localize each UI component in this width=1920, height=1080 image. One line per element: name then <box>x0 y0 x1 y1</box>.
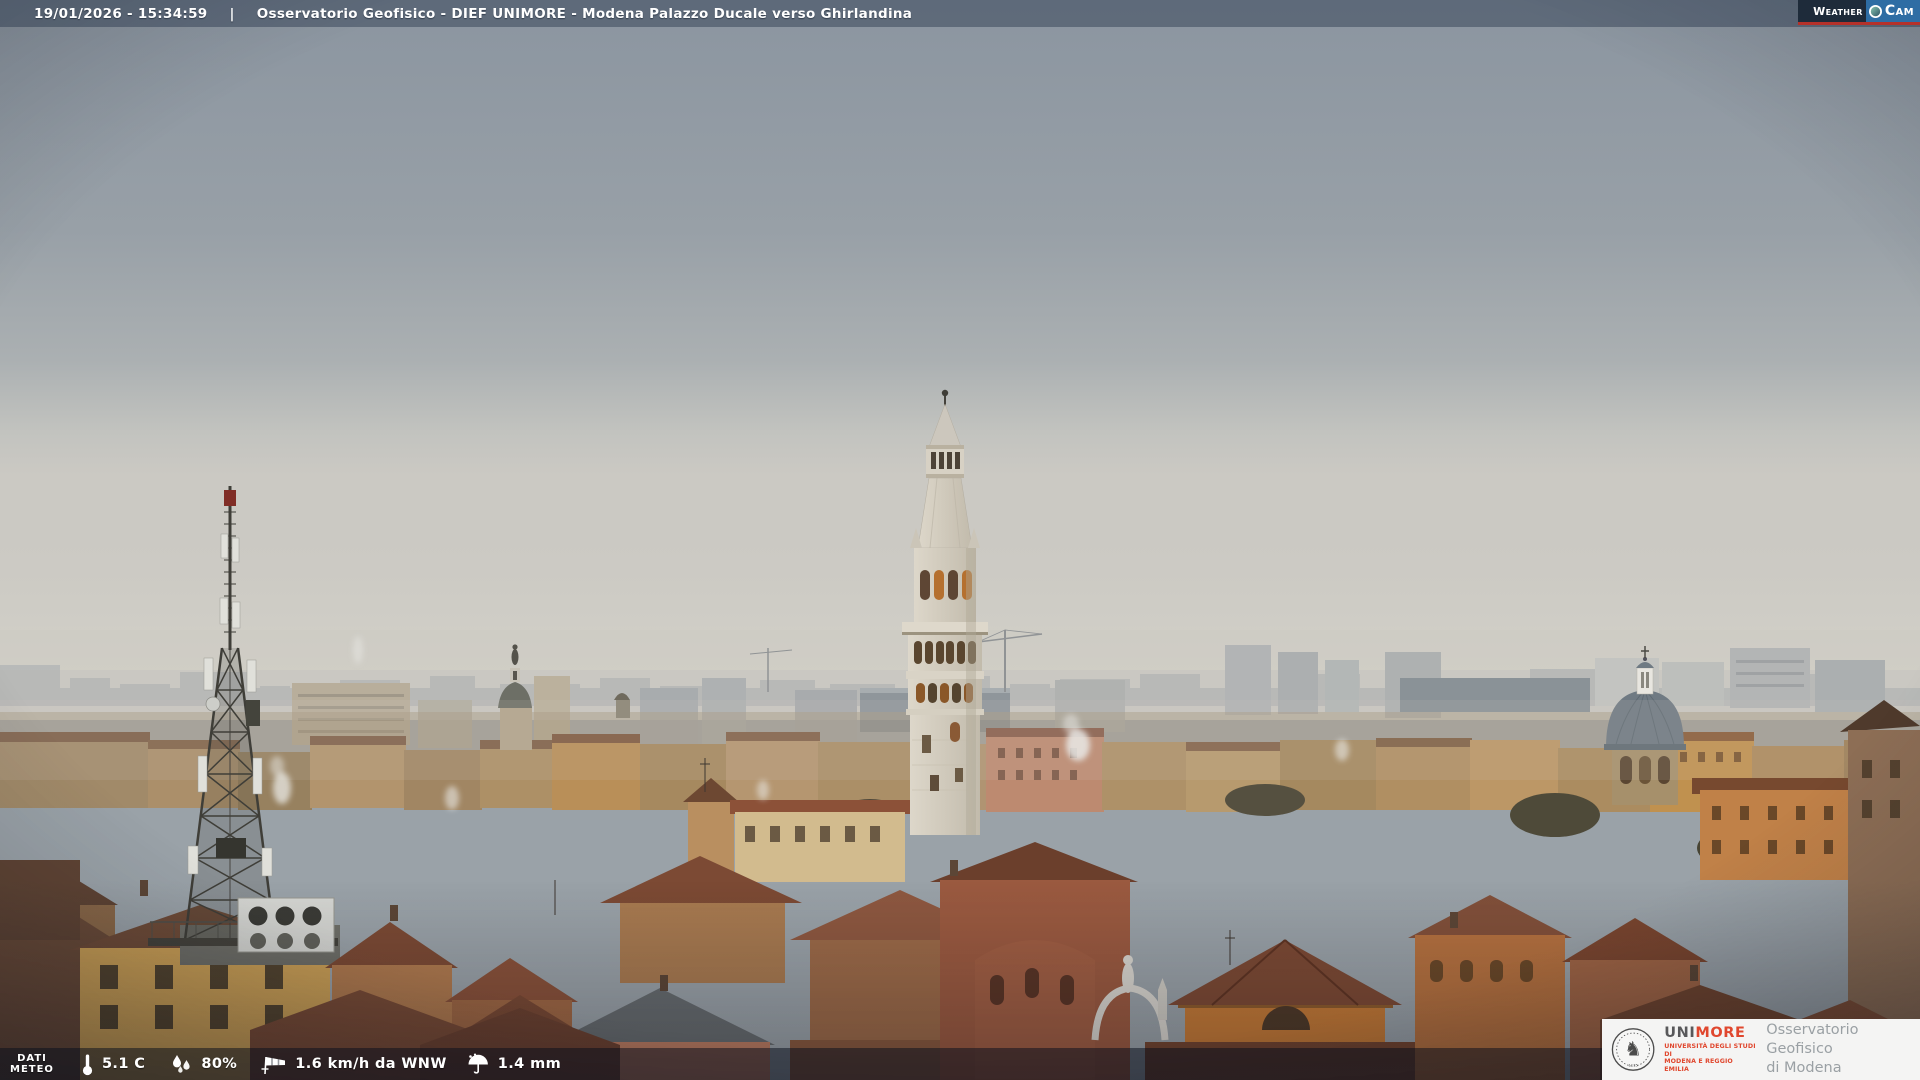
precipitation-value: 1.4 mm <box>497 1056 562 1072</box>
separator: | <box>229 5 235 22</box>
unimore-brand-block: UNIMORE UNIVERSITÀ DEGLI STUDI DI MODENA… <box>1664 1026 1756 1073</box>
weathercam-cam-label: Cam <box>1884 3 1914 19</box>
temperature-reading: 5.1 C <box>81 1053 145 1076</box>
observatory-name: Osservatorio Geofisico di Modena <box>1766 1021 1920 1078</box>
precipitation-reading: 1.4 mm <box>466 1053 561 1075</box>
thermometer-icon <box>82 1054 93 1075</box>
humidity-value: 80% <box>201 1056 238 1072</box>
university-subtitle: UNIVERSITÀ DEGLI STUDI DI MODENA E REGGI… <box>1664 1043 1756 1073</box>
camera-title: Osservatorio Geofisico - DIEF UNIMORE - … <box>256 5 913 22</box>
dati-meteo-label: DATI METEO <box>10 1053 54 1075</box>
timestamp: 19/01/2026 - 15:34:59 <box>34 5 208 22</box>
observatory-name-line1: Osservatorio Geofisico <box>1766 1022 1859 1057</box>
unimore-seal-icon: ♞ 1175 <box>1611 1028 1655 1071</box>
wind-reading: 1.6 km/h da WNW <box>260 1053 447 1075</box>
meteo-line: METEO <box>10 1064 54 1075</box>
unimore-more-text: MORE <box>1695 1025 1746 1041</box>
info-bar: 19/01/2026 - 15:34:59 | Osservatorio Geo… <box>0 0 1920 27</box>
umbrella-icon <box>468 1053 488 1074</box>
university-subtitle-line1: UNIVERSITÀ DEGLI STUDI DI <box>1664 1043 1756 1058</box>
dati-line: DATI <box>17 1053 47 1064</box>
svg-text:1175: 1175 <box>1628 1063 1638 1067</box>
droplets-icon <box>173 1054 190 1073</box>
unimore-uni-text: UNI <box>1664 1025 1696 1041</box>
weathercam-weather-label: Weather <box>1813 4 1863 18</box>
unimore-logo-panel: ♞ 1175 UNIMORE UNIVERSITÀ DEGLI STUDI DI… <box>1602 1019 1920 1080</box>
observatory-name-line2: di Modena <box>1766 1060 1842 1076</box>
svg-text:♞: ♞ <box>1624 1038 1642 1061</box>
weathercam-logo: Weather Cam <box>1798 0 1920 25</box>
temperature-value: 5.1 C <box>101 1056 146 1072</box>
city-panorama-photo <box>0 0 1920 1080</box>
weathercam-red-strip <box>1798 22 1920 25</box>
unimore-wordmark: UNIMORE <box>1664 1026 1756 1041</box>
university-subtitle-line2: MODENA E REGGIO EMILIA <box>1664 1058 1733 1073</box>
weathercam-logo-row: Weather Cam <box>1798 0 1920 22</box>
humidity-reading: 80% <box>170 1054 237 1075</box>
wind-value: 1.6 km/h da WNW <box>295 1056 447 1072</box>
windsock-icon <box>261 1056 286 1075</box>
weathercam-blue-block: Cam <box>1865 0 1920 22</box>
sun-circle-icon <box>1868 4 1882 18</box>
webcam-frame: 19/01/2026 - 15:34:59 | Osservatorio Geo… <box>0 0 1920 1080</box>
